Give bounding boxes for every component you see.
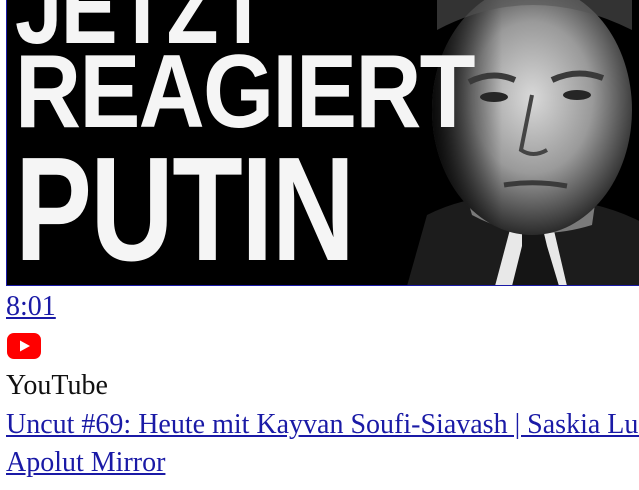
video-duration-link[interactable]: 8:01 bbox=[6, 290, 56, 324]
video-result: JETZT REAGIERT PUTIN 8:01 YouTube Uncut … bbox=[0, 0, 639, 490]
platform-name: YouTube bbox=[6, 370, 108, 401]
youtube-icon bbox=[7, 333, 41, 359]
thumbnail-headline-line: PUTIN bbox=[15, 127, 355, 286]
channel-link[interactable]: Apolut Mirror bbox=[6, 446, 165, 480]
video-title-link[interactable]: Uncut #69: Heute mit Kayvan Soufi-Siavas… bbox=[6, 408, 639, 442]
video-thumbnail[interactable]: JETZT REAGIERT PUTIN bbox=[6, 0, 639, 286]
